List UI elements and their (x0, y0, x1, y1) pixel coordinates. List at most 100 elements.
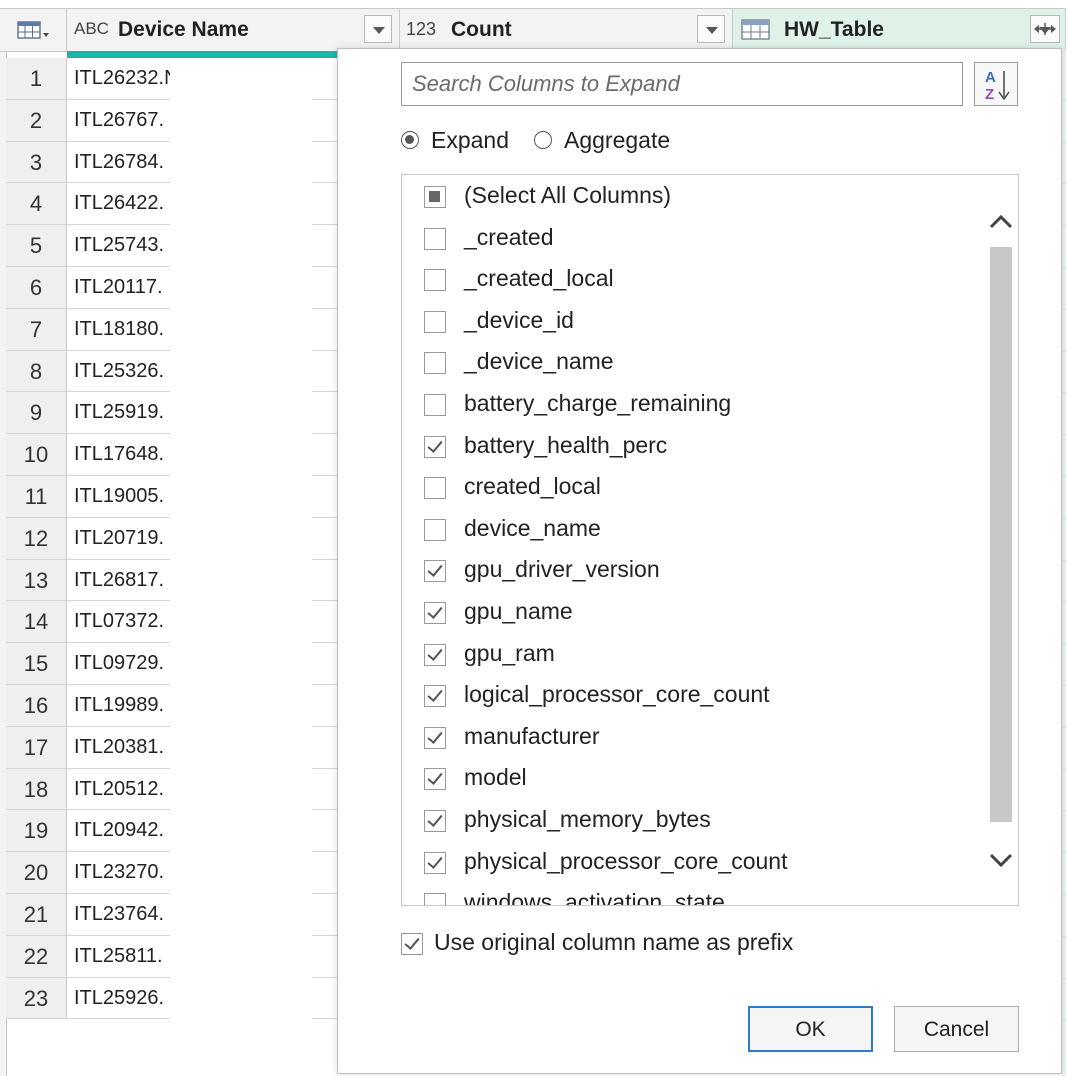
column-checkbox-item[interactable]: device_name (424, 513, 964, 553)
scrollbar-thumb[interactable] (990, 247, 1012, 822)
table-row[interactable]: 18 ITL20512. (0, 768, 340, 811)
hw-table-cell[interactable] (1062, 58, 1066, 101)
use-prefix-checkbox[interactable]: Use original column name as prefix (401, 929, 841, 959)
row-number[interactable]: 16 (6, 685, 67, 727)
expand-column-button[interactable] (1030, 15, 1060, 43)
row-number[interactable]: 10 (6, 434, 67, 476)
device-name-cell[interactable]: ITL23270. (67, 852, 170, 894)
table-row[interactable]: 9 ITL25919. (0, 392, 340, 435)
hw-table-cell[interactable] (1062, 100, 1066, 143)
device-name-cell[interactable]: ITL26784. (67, 142, 170, 184)
hw-table-cell[interactable] (1062, 142, 1066, 185)
device-name-cell[interactable]: ITL19989. (67, 685, 170, 727)
row-number[interactable]: 11 (6, 476, 67, 518)
hw-table-cell[interactable] (1062, 894, 1066, 937)
hw-table-cell[interactable] (1062, 852, 1066, 895)
row-number[interactable]: 7 (6, 308, 67, 351)
device-name-cell[interactable]: ITL07372. (67, 601, 170, 644)
row-number[interactable]: 4 (6, 183, 67, 226)
table-row[interactable]: 17 ITL20381. (0, 726, 340, 769)
count-filter-dropdown[interactable] (697, 15, 725, 43)
column-checkbox-item[interactable]: created_local (424, 471, 964, 511)
hw-table-cell[interactable] (1062, 978, 1066, 1021)
hw-table-cell[interactable] (1062, 309, 1066, 352)
hw-table-cell[interactable] (1062, 434, 1066, 477)
row-number[interactable]: 3 (6, 141, 67, 184)
column-checkbox-item[interactable]: _device_name (424, 346, 964, 386)
device-name-cell[interactable]: ITL20117. (67, 267, 170, 309)
row-number[interactable]: 8 (6, 350, 67, 393)
row-number[interactable]: 14 (6, 601, 67, 644)
table-row[interactable]: 23 ITL25926. (0, 977, 340, 1020)
row-number[interactable]: 20 (6, 852, 67, 894)
row-number[interactable]: 6 (6, 267, 67, 309)
device-name-cell[interactable]: ITL25919. (67, 392, 170, 435)
row-number[interactable]: 13 (6, 559, 67, 602)
hw-table-cell[interactable] (1062, 225, 1066, 268)
device-name-cell[interactable]: ITL25326. (67, 351, 170, 393)
column-checkbox-item[interactable]: gpu_name (424, 596, 964, 636)
table-row[interactable]: 4 ITL26422. (0, 183, 340, 226)
hw-table-cell[interactable] (1062, 392, 1066, 436)
table-row[interactable]: 16 ITL19989. (0, 685, 340, 727)
device-name-cell[interactable]: ITL26767. (67, 100, 170, 142)
row-number[interactable]: 22 (6, 935, 67, 978)
device-name-filter-dropdown[interactable] (364, 15, 392, 43)
table-row[interactable]: 14 ITL07372. (0, 601, 340, 644)
expand-radio[interactable]: Expand (401, 127, 531, 159)
device-name-cell[interactable]: ITL20942. (67, 810, 170, 853)
device-name-cell[interactable]: ITL25743. (67, 225, 170, 267)
table-row[interactable]: 8 ITL25326. (0, 350, 340, 393)
table-row[interactable]: 3 ITL26784. (0, 141, 340, 184)
row-number[interactable]: 19 (6, 810, 67, 853)
columns-scrollbar[interactable] (984, 175, 1018, 905)
device-name-cell[interactable]: ITL20381. (67, 727, 170, 769)
device-name-cell[interactable]: ITL26232.NEI.LOCAL (67, 58, 170, 100)
hw-table-cell[interactable] (1062, 560, 1066, 603)
row-number[interactable]: 15 (6, 643, 67, 685)
row-number[interactable]: 21 (6, 894, 67, 936)
hw-table-cell[interactable] (1062, 601, 1066, 645)
table-row[interactable]: 20 ITL23270. (0, 852, 340, 894)
table-row[interactable]: 13 ITL26817. (0, 559, 340, 602)
column-header-hw-table[interactable]: HW_Table (733, 9, 1066, 51)
row-number[interactable]: 5 (6, 225, 67, 267)
select-all-columns-checkbox[interactable]: (Select All Columns) (424, 180, 964, 220)
table-row[interactable]: 22 ITL25811. (0, 935, 340, 978)
column-header-count[interactable]: 123 Count (400, 9, 733, 51)
table-row[interactable]: 1ITL26232.NEI.LOCAL (0, 58, 340, 100)
row-number[interactable]: 12 (6, 517, 67, 560)
hw-table-cell[interactable] (1062, 727, 1066, 770)
column-checkbox-item[interactable]: battery_charge_remaining (424, 388, 964, 428)
device-name-cell[interactable]: ITL17648. (67, 434, 170, 476)
chevron-up-icon[interactable] (988, 209, 1014, 235)
hw-table-cell[interactable] (1062, 183, 1066, 227)
chevron-down-icon[interactable] (988, 847, 1014, 873)
column-checkbox-item[interactable]: gpu_driver_version (424, 554, 964, 594)
column-checkbox-item[interactable]: _device_id (424, 305, 964, 345)
row-number[interactable]: 2 (6, 99, 67, 142)
sort-button[interactable]: A Z (974, 62, 1018, 106)
device-name-cell[interactable]: ITL19005. (67, 476, 170, 518)
row-number[interactable]: 1 (6, 58, 67, 100)
column-checkbox-item[interactable]: _created (424, 222, 964, 262)
table-row[interactable]: 19 ITL20942. (0, 810, 340, 853)
device-name-cell[interactable]: ITL20512. (67, 769, 170, 811)
table-row[interactable]: 6 ITL20117. (0, 267, 340, 309)
table-menu-button[interactable] (6, 9, 67, 51)
table-row[interactable]: 11 ITL19005. (0, 476, 340, 518)
device-name-cell[interactable]: ITL20719. (67, 518, 170, 560)
row-number[interactable]: 18 (6, 768, 67, 811)
column-checkbox-item[interactable]: _created_local (424, 263, 964, 303)
table-row[interactable]: 15 ITL09729. (0, 643, 340, 685)
device-name-cell[interactable]: ITL18180. (67, 309, 170, 351)
row-number[interactable]: 9 (6, 392, 67, 435)
aggregate-radio[interactable]: Aggregate (534, 127, 704, 159)
hw-table-cell[interactable] (1062, 476, 1066, 519)
column-checkbox-item[interactable]: gpu_ram (424, 638, 964, 678)
device-name-cell[interactable]: ITL26422. (67, 183, 170, 226)
column-checkbox-item[interactable]: physical_processor_core_count (424, 846, 964, 886)
hw-table-cell[interactable] (1062, 518, 1066, 561)
column-checkbox-item[interactable]: model (424, 762, 964, 802)
device-name-cell[interactable]: ITL23764. (67, 894, 170, 936)
